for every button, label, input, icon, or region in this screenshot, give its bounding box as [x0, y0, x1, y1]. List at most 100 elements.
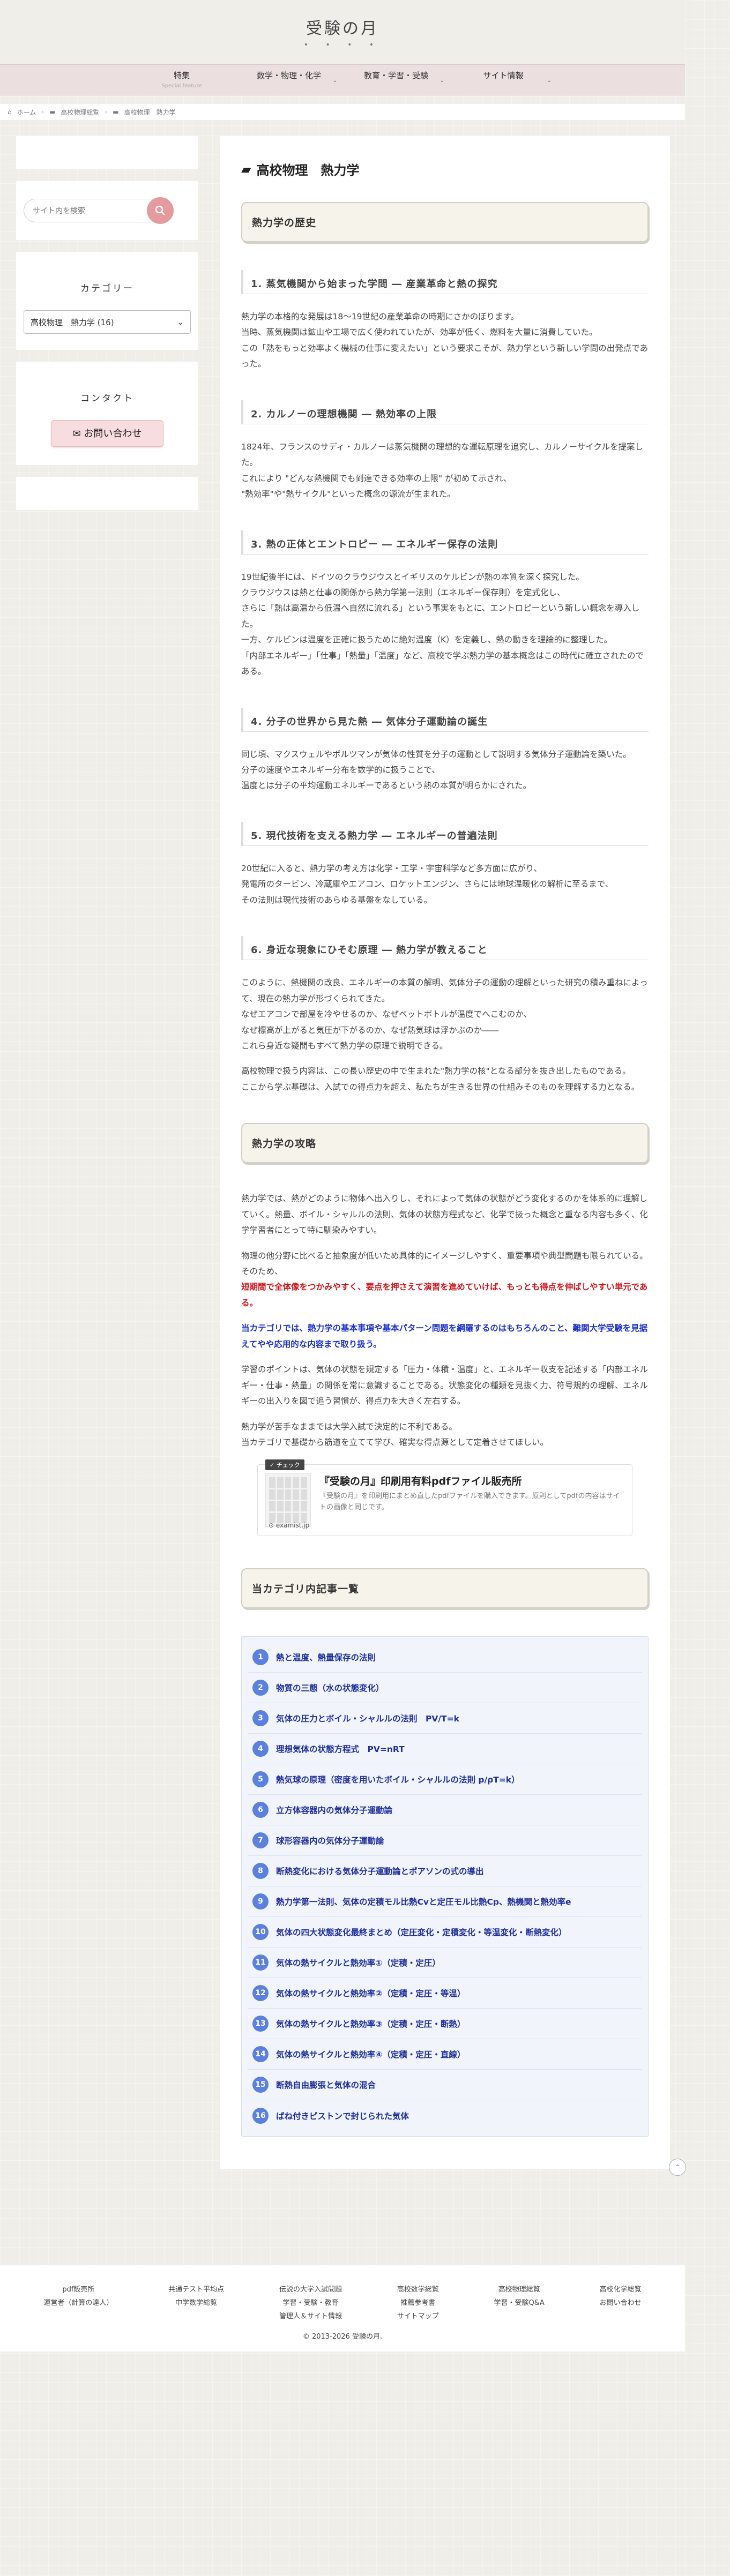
nav-label: 特集 — [173, 71, 190, 80]
card-title: 『受験の月』印刷用有料pdfファイル販売所 — [319, 1476, 522, 1488]
list-item[interactable]: 6 立方体容器内の気体分子運動論 — [248, 1795, 642, 1826]
subsection-heading: 1. 蒸気機関から始まった学問 ― 産業革命と熱の探究 — [241, 270, 649, 294]
article-link: 熱と温度、熱量保存の法則 — [276, 1653, 376, 1663]
footer-link[interactable]: 高校数学総覧 — [397, 2283, 439, 2297]
site-title[interactable]: 受験の月 — [0, 15, 685, 39]
chevron-down-icon: ⌄ — [332, 78, 337, 84]
breadcrumb-category[interactable]: 高校物理総覧 — [61, 108, 99, 117]
breadcrumb-home[interactable]: ホーム — [17, 108, 36, 117]
footer-link[interactable]: お問い合わせ — [600, 2297, 642, 2310]
nav-label: 教育・学習・受験 — [363, 71, 428, 80]
category-select[interactable]: 高校物理 熱力学 (16) ⌄ — [24, 310, 191, 334]
pdf-store-link-card[interactable]: ✓ チェック 『受験の月』印刷用有料pdfファイル販売所 『受験の月』を印刷用に… — [257, 1459, 632, 1537]
list-item[interactable]: 16 ばね付きピストンで封じられた気体 — [248, 2100, 642, 2131]
footer-link[interactable]: 運営者（計算の達人） — [43, 2297, 113, 2310]
page-title: ▰ 高校物理 熱力学 — [241, 160, 649, 178]
footer-col: 高校数学総覧 推薦参考書 サイトマップ — [397, 2283, 439, 2323]
mail-icon: ✉ — [72, 428, 81, 439]
list-item[interactable]: 12 気体の熱サイクルと熱効率②（定積・定圧・等温） — [248, 1978, 642, 2009]
breadcrumb-current: 高校物理 熱力学 — [124, 108, 176, 116]
footer-link[interactable]: 学習・受験・教育 — [279, 2297, 342, 2310]
article-link: 気体の熱サイクルと熱効率②（定積・定圧・等温） — [276, 1989, 466, 1999]
item-number: 16 — [252, 2107, 269, 2124]
footer-link[interactable]: 管理人＆サイト情報 — [279, 2310, 342, 2324]
site-header: 受験の月 • • • • — [0, 0, 685, 64]
nav-item-site-info[interactable]: サイト情報 ⌄ — [450, 65, 557, 95]
history-section-6: 6. 身近な現象にひそむ原理 ― 熱力学が教えること このように、熱機関の改良、… — [241, 936, 649, 1095]
item-number: 8 — [252, 1863, 269, 1879]
footer-col: 共通テスト平均点 中学数学総覧 — [168, 2283, 224, 2323]
article-link: 気体の熱サイクルと熱効率①（定積・定圧） — [276, 1958, 441, 1968]
list-item[interactable]: 15 断熱自由膨張と気体の混合 — [248, 2070, 642, 2101]
list-item[interactable]: 3 気体の圧力とボイル・シャルルの法則 PV/T=k — [248, 1703, 642, 1734]
subsection-heading: 3. 熱の正体とエントロピー ― エネルギー保存の法則 — [241, 530, 649, 555]
nav-item-education[interactable]: 教育・学習・受験 ⌄ — [342, 65, 450, 95]
footer-link[interactable]: 高校物理総覧 — [494, 2283, 545, 2297]
list-item[interactable]: 1 熱と温度、熱量保存の法則 — [248, 1642, 642, 1673]
subsection-heading: 4. 分子の世界から見た熱 ― 気体分子運動論の誕生 — [241, 707, 649, 732]
article-link: 気体の圧力とボイル・シャルルの法則 PV/T=k — [276, 1714, 459, 1724]
footer-link[interactable]: 中学数学総覧 — [168, 2297, 224, 2310]
history-section-1: 1. 蒸気機関から始まった学問 ― 産業革命と熱の探究 熱力学の本格的な発展は1… — [241, 270, 649, 372]
category-widget-title: カテゴリー — [80, 283, 134, 294]
item-number: 5 — [252, 1771, 269, 1788]
item-number: 10 — [252, 1924, 269, 1941]
nav-item-special[interactable]: 特集 Special feature — [128, 65, 235, 95]
search-widget — [16, 181, 198, 240]
footer-link[interactable]: 共通テスト平均点 — [168, 2283, 224, 2297]
footer-link[interactable]: 伝説の大学入試問題 — [279, 2283, 342, 2297]
list-item[interactable]: 13 気体の熱サイクルと熱効率③（定積・定圧・断熱） — [248, 2009, 642, 2040]
list-item[interactable]: 8 断熱変化における気体分子運動論とポアソンの式の導出 — [248, 1856, 642, 1887]
highlight-red: 短期間で全体像をつかみやすく、要点を押さえて演習を進めていけば、もっとも得点を伸… — [241, 1282, 648, 1308]
footer-link[interactable]: pdf販売所 — [43, 2283, 113, 2297]
list-item[interactable]: 14 気体の熱サイクルと熱効率④（定積・定圧・直線） — [248, 2039, 642, 2070]
list-item[interactable]: 4 理想気体の状態方程式 PV=nRT — [248, 1734, 642, 1765]
chevron-down-icon: ⌄ — [440, 78, 444, 84]
section-heading-article-list: 当カテゴリ内記事一覧 — [241, 1568, 649, 1609]
footer-col: pdf販売所 運営者（計算の達人） — [43, 2283, 113, 2323]
sidebar: カテゴリー 高校物理 熱力学 (16) ⌄ コンタクト ✉ お問い合わせ — [16, 136, 198, 2169]
list-item[interactable]: 2 物質の三態（水の状態変化） — [248, 1673, 642, 1704]
contact-button[interactable]: ✉ お問い合わせ — [51, 420, 163, 447]
footer-link[interactable]: 推薦参考書 — [397, 2297, 439, 2310]
folder-icon: ▬ — [113, 108, 119, 116]
section-heading-strategy: 熱力学の攻略 — [241, 1123, 649, 1164]
article-link: 断熱自由膨張と気体の混合 — [276, 2080, 376, 2091]
chevron-up-icon: ⌃ — [674, 2163, 681, 2171]
footer-link[interactable]: サイトマップ — [397, 2310, 439, 2324]
history-section-3: 3. 熱の正体とエントロピー ― エネルギー保存の法則 19世紀後半には、ドイツ… — [241, 530, 649, 680]
footer-link[interactable]: 高校化学総覧 — [600, 2283, 642, 2297]
subsection-heading: 5. 現代技術を支える熱力学 ― エネルギーの普遍法則 — [241, 821, 649, 846]
chevron-down-icon: ⌄ — [547, 78, 552, 84]
paragraph: 同じ頃、マクスウェルやボルツマンが気体の性質を分子の運動として説明する気体分子運… — [241, 749, 631, 791]
nav-item-math-physics-chem[interactable]: 数学・物理・化学 ⌄ — [235, 65, 342, 95]
chevron-down-icon: ⌄ — [177, 317, 184, 327]
list-item[interactable]: 11 気体の熱サイクルと熱効率①（定積・定圧） — [248, 1948, 642, 1979]
history-section-5: 5. 現代技術を支える熱力学 ― エネルギーの普遍法則 20世紀に入ると、熱力学… — [241, 821, 649, 908]
scroll-top-button[interactable]: ⌃ — [669, 2159, 686, 2176]
footer-links: pdf販売所 運営者（計算の達人） 共通テスト平均点 中学数学総覧 伝説の大学入試問… — [16, 2283, 669, 2323]
item-number: 11 — [252, 1955, 269, 1971]
item-number: 4 — [252, 1741, 269, 1757]
list-item[interactable]: 5 熱気球の原理（密度を用いたボイル・シャルルの法則 p/ρT=k） — [248, 1764, 642, 1795]
article-link: 気体の熱サイクルと熱効率③（定積・定圧・断熱） — [276, 2019, 466, 2030]
item-number: 2 — [252, 1680, 269, 1696]
page-title-text: 高校物理 熱力学 — [256, 163, 360, 178]
list-item[interactable]: 10 気体の四大状態変化最終まとめ（定圧変化・定積変化・等温変化・断熱変化） — [248, 1917, 642, 1948]
search-input[interactable] — [24, 199, 163, 222]
list-item[interactable]: 9 熱力学第一法則、気体の定積モル比熱Cvと定圧モル比熱Cp、熱機関と熱効率e — [248, 1886, 642, 1918]
contact-button-label: お問い合わせ — [84, 428, 142, 439]
paragraph: 熱力学が苦手なままでは大学入試で決定的に不利である。 当カテゴリで基礎から筋道を立… — [241, 1421, 549, 1447]
item-number: 12 — [252, 1985, 269, 2002]
nav-sublabel: Special feature — [161, 83, 202, 89]
search-button[interactable] — [147, 197, 174, 224]
paragraph: 19世紀後半には、ドイツのクラウジウスとイギリスのケルビンが熱の本質を深く探究し… — [241, 572, 644, 677]
paragraph: 20世紀に入ると、熱力学の考え方は化学・工学・宇宙科学など多方面に広がり、 発電所… — [241, 863, 614, 905]
item-number: 6 — [252, 1802, 269, 1818]
list-item[interactable]: 7 球形容器内の気体分子運動論 — [248, 1825, 642, 1856]
sidebar-empty-widget — [16, 477, 198, 510]
footer-link[interactable]: 学習・受験Q&A — [494, 2297, 545, 2310]
highlight-blue: 当カテゴリでは、熱力学の基本事項や基本パターン問題を網羅するのはもちろんのこと、… — [241, 1323, 648, 1349]
article-link: ばね付きピストンで封じられた気体 — [276, 2111, 409, 2121]
card-thumbnail — [265, 1473, 311, 1527]
